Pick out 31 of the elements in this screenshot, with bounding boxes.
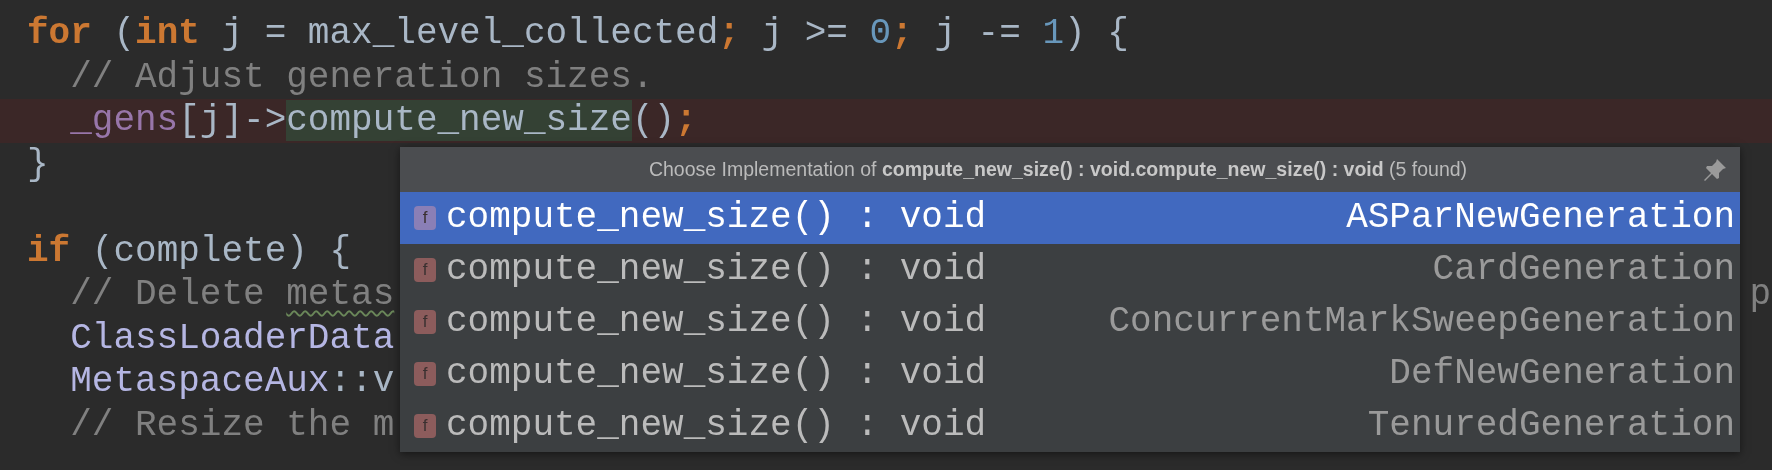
- function-icon: f: [414, 258, 436, 282]
- implementation-item[interactable]: f compute_new_size() : void ASParNewGeneration: [400, 192, 1740, 244]
- function-icon: f: [414, 310, 436, 334]
- method-signature: compute_new_size() : void: [446, 300, 987, 344]
- class-name: ASParNewGeneration: [1346, 196, 1735, 240]
- code-fragment: p: [1749, 273, 1771, 317]
- code-line: ClassLoaderData: [69, 316, 395, 360]
- function-icon: f: [414, 206, 436, 230]
- code-line: // Delete metas: [69, 273, 395, 317]
- implementation-item[interactable]: f compute_new_size() : void TenuredGeneration: [400, 400, 1740, 452]
- code-line: MetaspaceAux::v: [69, 360, 395, 404]
- implementation-item[interactable]: f compute_new_size() : void ConcurrentMarkSweepGeneration: [400, 296, 1740, 348]
- method-signature: compute_new_size() : void: [446, 404, 987, 448]
- code-line: if (complete) {: [27, 229, 352, 273]
- method-signature: compute_new_size() : void: [446, 352, 987, 396]
- class-name: DefNewGeneration: [1389, 352, 1735, 396]
- pin-icon[interactable]: [1702, 156, 1728, 183]
- implementation-item[interactable]: f compute_new_size() : void CardGeneration: [400, 244, 1740, 296]
- method-signature: compute_new_size() : void: [446, 248, 987, 292]
- code-line: }: [27, 142, 49, 186]
- class-name: TenuredGeneration: [1367, 404, 1735, 448]
- function-icon: f: [414, 414, 436, 438]
- popup-title: Choose Implementation of compute_new_size() : void.compute_new_size() : void (5 found): [647, 156, 1469, 182]
- code-line: for (int j = max_level_collected; j >= 0; j -= 1) {: [27, 12, 1129, 56]
- method-signature: compute_new_size() : void: [446, 196, 987, 240]
- function-icon: f: [414, 362, 436, 386]
- class-name: ConcurrentMarkSweepGeneration: [1108, 300, 1735, 344]
- class-name: CardGeneration: [1432, 248, 1735, 292]
- implementation-item[interactable]: f compute_new_size() : void DefNewGeneration: [400, 348, 1740, 400]
- code-line: // Resize the m: [69, 403, 395, 447]
- code-line: // Adjust generation sizes.: [69, 55, 654, 99]
